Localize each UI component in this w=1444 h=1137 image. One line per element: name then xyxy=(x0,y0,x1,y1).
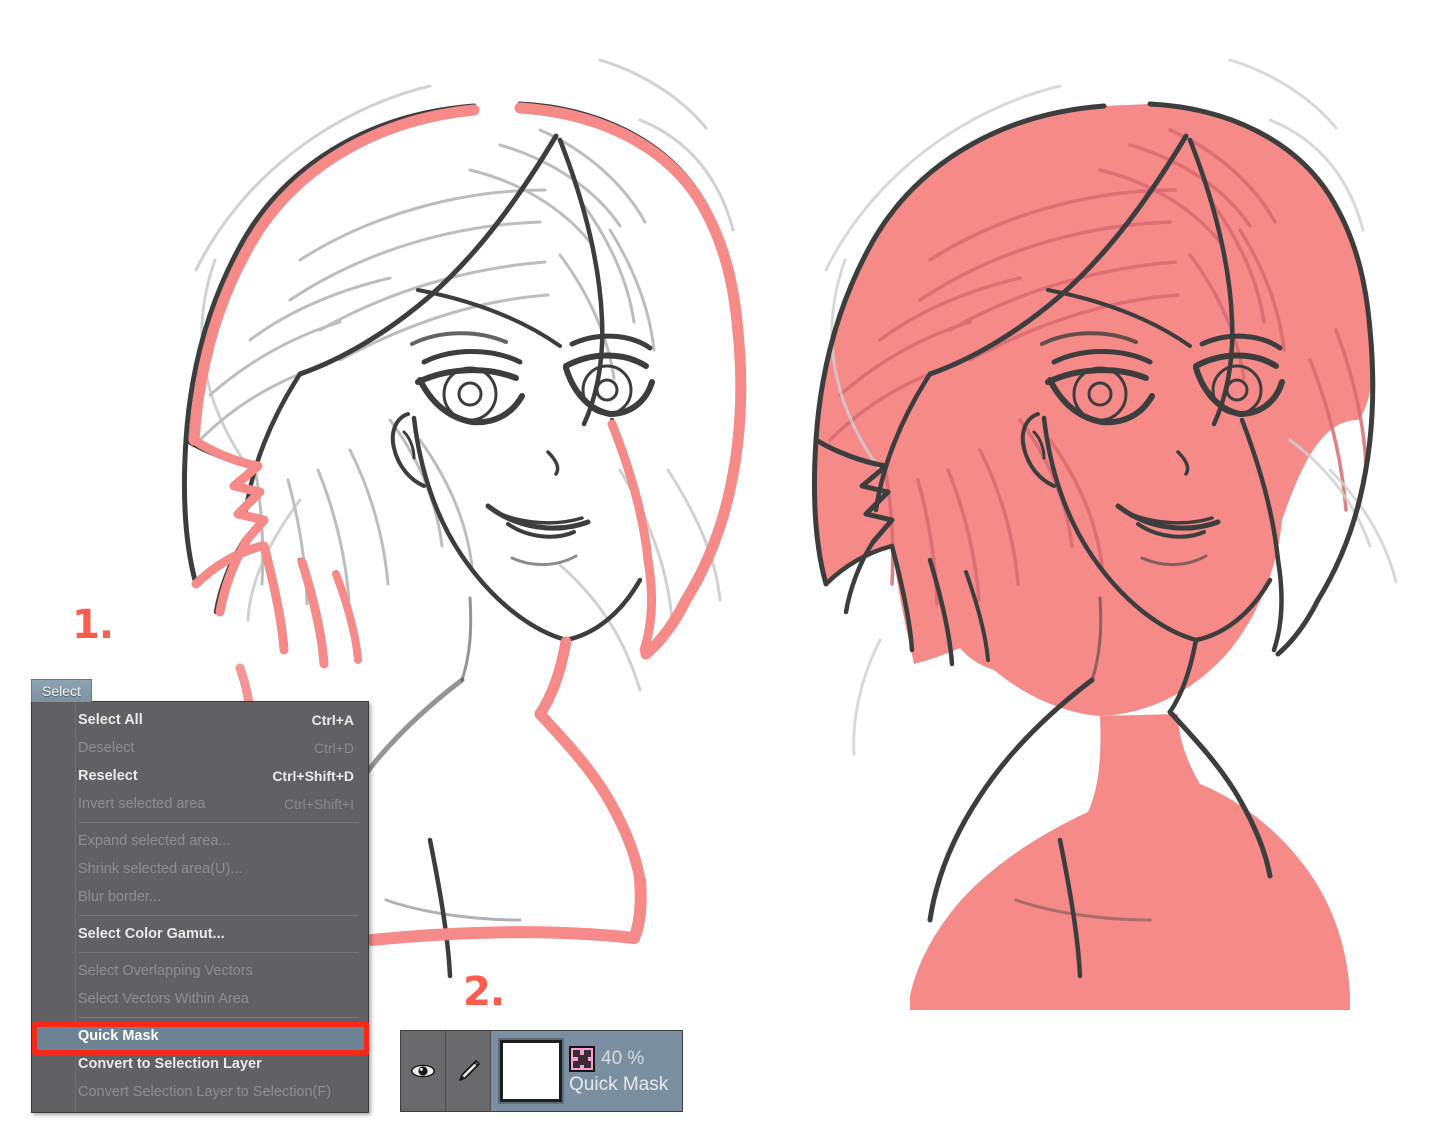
menu-item-quick-mask[interactable]: Quick Mask xyxy=(32,1022,368,1050)
quick-mask-swatch-icon[interactable] xyxy=(569,1046,595,1072)
menu-item-shortcut: Ctrl+A xyxy=(311,712,354,728)
menu-item-select-color-gamut[interactable]: Select Color Gamut... xyxy=(32,920,368,948)
menu-item-shrink-selected-area-u: Shrink selected area(U)... xyxy=(32,855,368,883)
menu-item-label: Deselect xyxy=(78,740,135,756)
menu-item-select-all[interactable]: Select All Ctrl+A xyxy=(32,706,368,734)
menu-item-convert-selection-layer-to-selection-f: Convert Selection Layer to Selection(F) xyxy=(32,1078,368,1106)
layer-meta: 40 % Quick Mask xyxy=(569,1046,678,1096)
menu-item-label: Invert selected area xyxy=(78,796,206,812)
layer-meta-top: 40 % xyxy=(569,1046,678,1072)
menu-item-label: Convert to Selection Layer xyxy=(78,1056,262,1072)
layer-visibility-cell[interactable] xyxy=(401,1031,446,1111)
menu-item-convert-to-selection-layer[interactable]: Convert to Selection Layer xyxy=(32,1050,368,1078)
menu-separator xyxy=(78,952,358,953)
select-dropdown-menu[interactable]: Select All Ctrl+A Deselect Ctrl+D Reselect Ct… xyxy=(31,701,369,1113)
menu-item-label: Convert Selection Layer to Selection(F) xyxy=(78,1084,332,1100)
eye-icon xyxy=(411,1064,435,1078)
pen-icon xyxy=(459,1060,480,1081)
right-illustration xyxy=(811,58,1398,1010)
layer-draw-cell[interactable] xyxy=(446,1031,491,1111)
menu-item-shortcut: Ctrl+Shift+D xyxy=(272,768,354,784)
step-1-annotation: 1. xyxy=(72,602,114,648)
menubar-select-label: Select xyxy=(42,683,81,699)
step-2-annotation: 2. xyxy=(463,969,505,1015)
menu-item-select-vectors-within-area: Select Vectors Within Area xyxy=(32,985,368,1013)
menu-separator xyxy=(78,915,358,916)
menu-item-label: Quick Mask xyxy=(78,1028,159,1044)
layer-opacity-value: 40 % xyxy=(601,1048,645,1069)
quick-mask-layer-item[interactable]: 40 % Quick Mask xyxy=(491,1031,682,1111)
menu-item-label: Reselect xyxy=(78,768,138,784)
menu-item-deselect: Deselect Ctrl+D xyxy=(32,734,368,762)
menu-item-blur-border: Blur border... xyxy=(32,883,368,911)
menu-item-select-overlapping-vectors: Select Overlapping Vectors xyxy=(32,957,368,985)
menu-separator xyxy=(78,822,358,823)
menu-item-label: Shrink selected area(U)... xyxy=(78,861,243,877)
menu-item-label: Select Color Gamut... xyxy=(78,926,225,942)
menu-item-label: Expand selected area... xyxy=(78,833,231,849)
layer-thumbnail[interactable] xyxy=(498,1038,564,1104)
layer-name-label: Quick Mask xyxy=(569,1074,669,1095)
menu-separator xyxy=(78,1017,358,1018)
menu-item-label: Select All xyxy=(78,712,143,728)
menu-item-label: Blur border... xyxy=(78,889,162,905)
menu-item-shortcut: Ctrl+D xyxy=(313,740,354,756)
menu-item-label: Select Overlapping Vectors xyxy=(78,963,253,979)
menu-item-label: Select Vectors Within Area xyxy=(78,991,249,1007)
menu-item-invert-selected-area: Invert selected area Ctrl+Shift+I xyxy=(32,790,368,818)
menubar-select-button[interactable]: Select xyxy=(31,679,92,702)
menu-item-reselect[interactable]: Reselect Ctrl+Shift+D xyxy=(32,762,368,790)
menu-item-expand-selected-area: Expand selected area... xyxy=(32,827,368,855)
menu-item-shortcut: Ctrl+Shift+I xyxy=(283,796,354,812)
layer-palette-row[interactable]: 40 % Quick Mask xyxy=(400,1030,683,1112)
